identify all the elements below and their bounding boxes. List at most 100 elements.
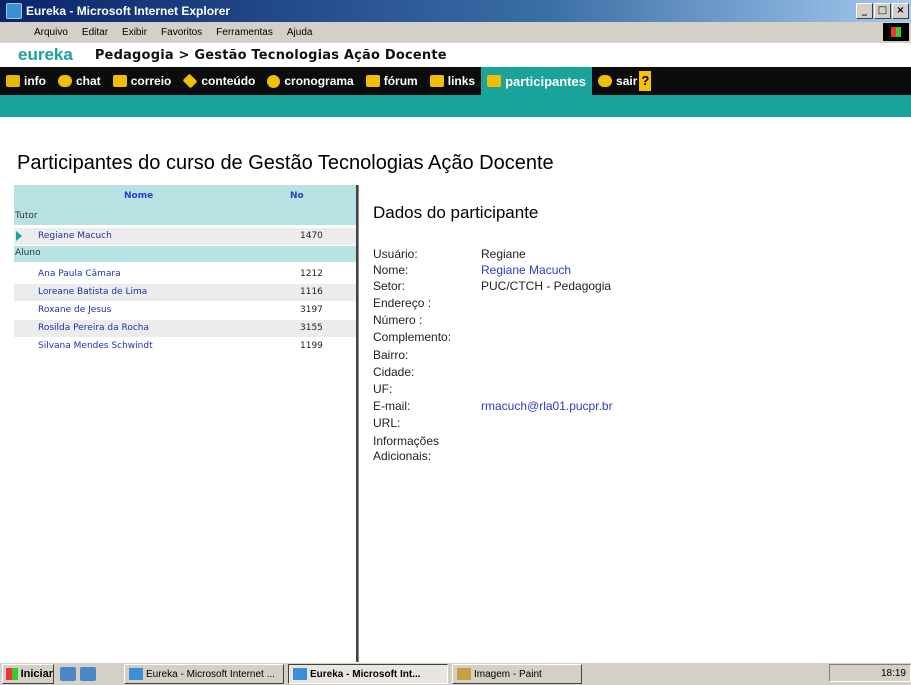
clock[interactable]: 18:19 [881,668,906,679]
nav-label: sair [616,74,638,88]
menu-bar: Arquivo Editar Exibir Favoritos Ferramen… [0,22,911,44]
list-item[interactable]: Regiane Macuch 1470 [14,228,356,245]
nav-label: cronograma [284,74,354,88]
participant-number: 3197 [300,305,323,315]
field-value-email[interactable]: rmacuch@rla01.pucpr.br [481,399,613,413]
menu-editar[interactable]: Editar [82,27,108,38]
minimize-button[interactable]: _ [856,3,873,19]
field-label: Adicionais: [373,449,432,463]
main-nav: info chat correio conteúdo cronograma fó… [0,67,911,95]
links-icon [429,75,444,87]
windows-logo-icon [883,23,909,41]
participant-details: Dados do participante Usuário: Regiane N… [358,185,911,662]
taskbar-button-label: Eureka - Microsoft Int... [310,668,421,680]
page-title: Participantes do curso de Gestão Tecnolo… [17,152,554,174]
windows-flag-icon [6,668,18,680]
taskbar-button-label: Eureka - Microsoft Internet ... [146,668,275,680]
menu-exibir[interactable]: Exibir [122,27,147,38]
maximize-button[interactable]: □ [874,3,891,19]
taskbar-button[interactable]: Imagem - Paint [452,664,582,684]
details-title: Dados do participante [373,203,539,222]
paint-icon [457,668,471,680]
participant-name[interactable]: Regiane Macuch [38,231,112,241]
nav-label: links [447,74,476,88]
eureka-logo[interactable]: eureka [18,45,73,65]
menu-favoritos[interactable]: Favoritos [161,27,202,38]
breadcrumb: Pedagogia > Gestão Tecnologias Ação Doce… [94,47,447,63]
column-header-no[interactable]: No [290,191,304,201]
system-tray: 18:19 [829,664,911,682]
close-button[interactable]: × [892,3,909,19]
nav-conteudo[interactable]: conteúdo [177,67,261,95]
nav-forum[interactable]: fórum [360,67,424,95]
forum-icon [365,75,380,87]
field-value-nome[interactable]: Regiane Macuch [481,263,571,277]
start-label: Iniciar [20,668,53,680]
field-label: URL: [373,416,401,430]
nav-label: info [24,74,46,88]
menu-ferramentas[interactable]: Ferramentas [216,27,273,38]
nav-label: fórum [383,74,418,88]
window-controls: _ □ × [856,3,909,19]
field-label: Número : [373,313,423,327]
nav-label: participantes [505,73,587,89]
nav-participantes[interactable]: participantes [481,67,593,95]
list-item[interactable]: Silvana Mendes Schwindt 1199 [14,338,356,355]
field-label: Usuário: [373,247,418,261]
taskbar-button-active[interactable]: Eureka - Microsoft Int... [288,664,448,684]
participants-icon [487,75,502,87]
list-item[interactable]: Loreane Batista de Lima 1116 [14,284,356,301]
taskbar-button-label: Imagem - Paint [474,668,542,680]
field-label: Setor: [373,279,406,293]
nav-chat[interactable]: chat [52,67,107,95]
ie-icon [293,668,307,680]
list-item[interactable]: Rosilda Pereira da Rocha 3155 [14,320,356,337]
mail-icon [112,75,127,87]
field-value-usuario: Regiane [481,247,526,261]
participant-name[interactable]: Silvana Mendes Schwindt [38,341,153,351]
participant-name[interactable]: Ana Paula Câmara [38,269,121,279]
field-label: UF: [373,382,393,396]
nav-label: correio [130,74,172,88]
field-label: Complemento: [373,330,452,344]
nav-links[interactable]: links [424,67,481,95]
list-item[interactable]: Ana Paula Câmara 1212 [14,266,356,283]
group-label-aluno: Aluno [15,248,41,258]
field-value-setor: PUC/CTCH - Pedagogia [481,279,612,293]
participant-name[interactable]: Loreane Batista de Lima [38,287,147,297]
chat-icon [58,75,72,87]
window-titlebar: Eureka - Microsoft Internet Explorer _ □… [0,0,911,22]
field-label: Informações [373,434,440,448]
ie-quicklaunch-icon[interactable] [80,667,96,681]
menu-arquivo[interactable]: Arquivo [34,27,68,38]
nav-correio[interactable]: correio [107,67,178,95]
column-header-nome[interactable]: Nome [124,191,153,201]
nav-cronograma[interactable]: cronograma [261,67,359,95]
exit-icon [598,75,613,87]
participant-number: 1212 [300,269,323,279]
clock-icon [267,74,281,88]
participant-name[interactable]: Roxane de Jesus [38,305,111,315]
start-button[interactable]: Iniciar [2,664,54,684]
desktop-icon[interactable] [60,667,76,681]
participant-name[interactable]: Rosilda Pereira da Rocha [38,323,149,333]
taskbar: Iniciar Eureka - Microsoft Internet ... … [0,662,911,685]
selected-arrow-icon [16,231,22,241]
field-label: Nome: [373,263,409,277]
participant-number: 1199 [300,341,323,351]
nav-label: conteúdo [201,74,256,88]
taskbar-button[interactable]: Eureka - Microsoft Internet ... [124,664,284,684]
nav-sair[interactable]: sair? [592,67,657,95]
group-header-aluno: Aluno [14,246,356,262]
help-icon[interactable]: ? [639,71,652,91]
info-icon [6,75,20,87]
list-item[interactable]: Roxane de Jesus 3197 [14,302,356,319]
ie-icon [6,3,22,19]
teal-divider [0,95,911,117]
nav-info[interactable]: info [0,67,52,95]
menu-ajuda[interactable]: Ajuda [287,27,313,38]
app-header: eureka Pedagogia > Gestão Tecnologias Aç… [0,43,911,68]
field-label: E-mail: [373,399,411,413]
quick-launch [60,667,96,681]
window-title: Eureka - Microsoft Internet Explorer [26,4,231,18]
